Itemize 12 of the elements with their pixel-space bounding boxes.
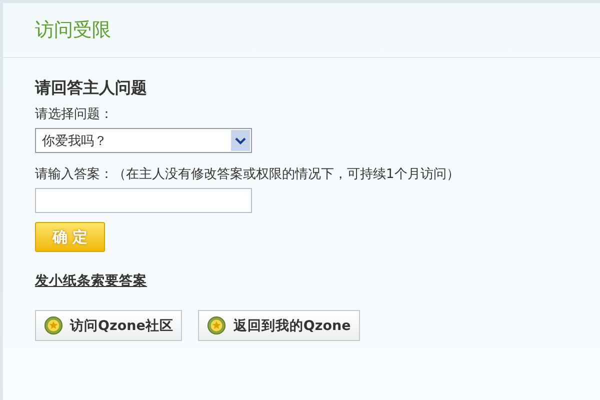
qzone-button[interactable]: 返回到我的Qzone [198,310,360,341]
chevron-down-icon [235,136,246,144]
request-answer-link[interactable]: 发小纸条索要答案 [35,272,147,290]
qzone-button[interactable]: 访问Qzone社区 [35,310,182,341]
answer-field[interactable] [35,188,252,213]
question-select[interactable]: 你爱我吗？ [35,128,252,153]
star-badge-icon [207,316,226,335]
star-badge-icon [44,316,63,335]
question-label: 请选择问题： [35,106,113,123]
page-title: 访问受限 [35,18,111,43]
section-heading: 请回答主人问题 [35,78,147,99]
answer-label: 请输入答案：（在主人没有修改答案或权限的情况下，可持续1个月访问） [35,166,460,183]
